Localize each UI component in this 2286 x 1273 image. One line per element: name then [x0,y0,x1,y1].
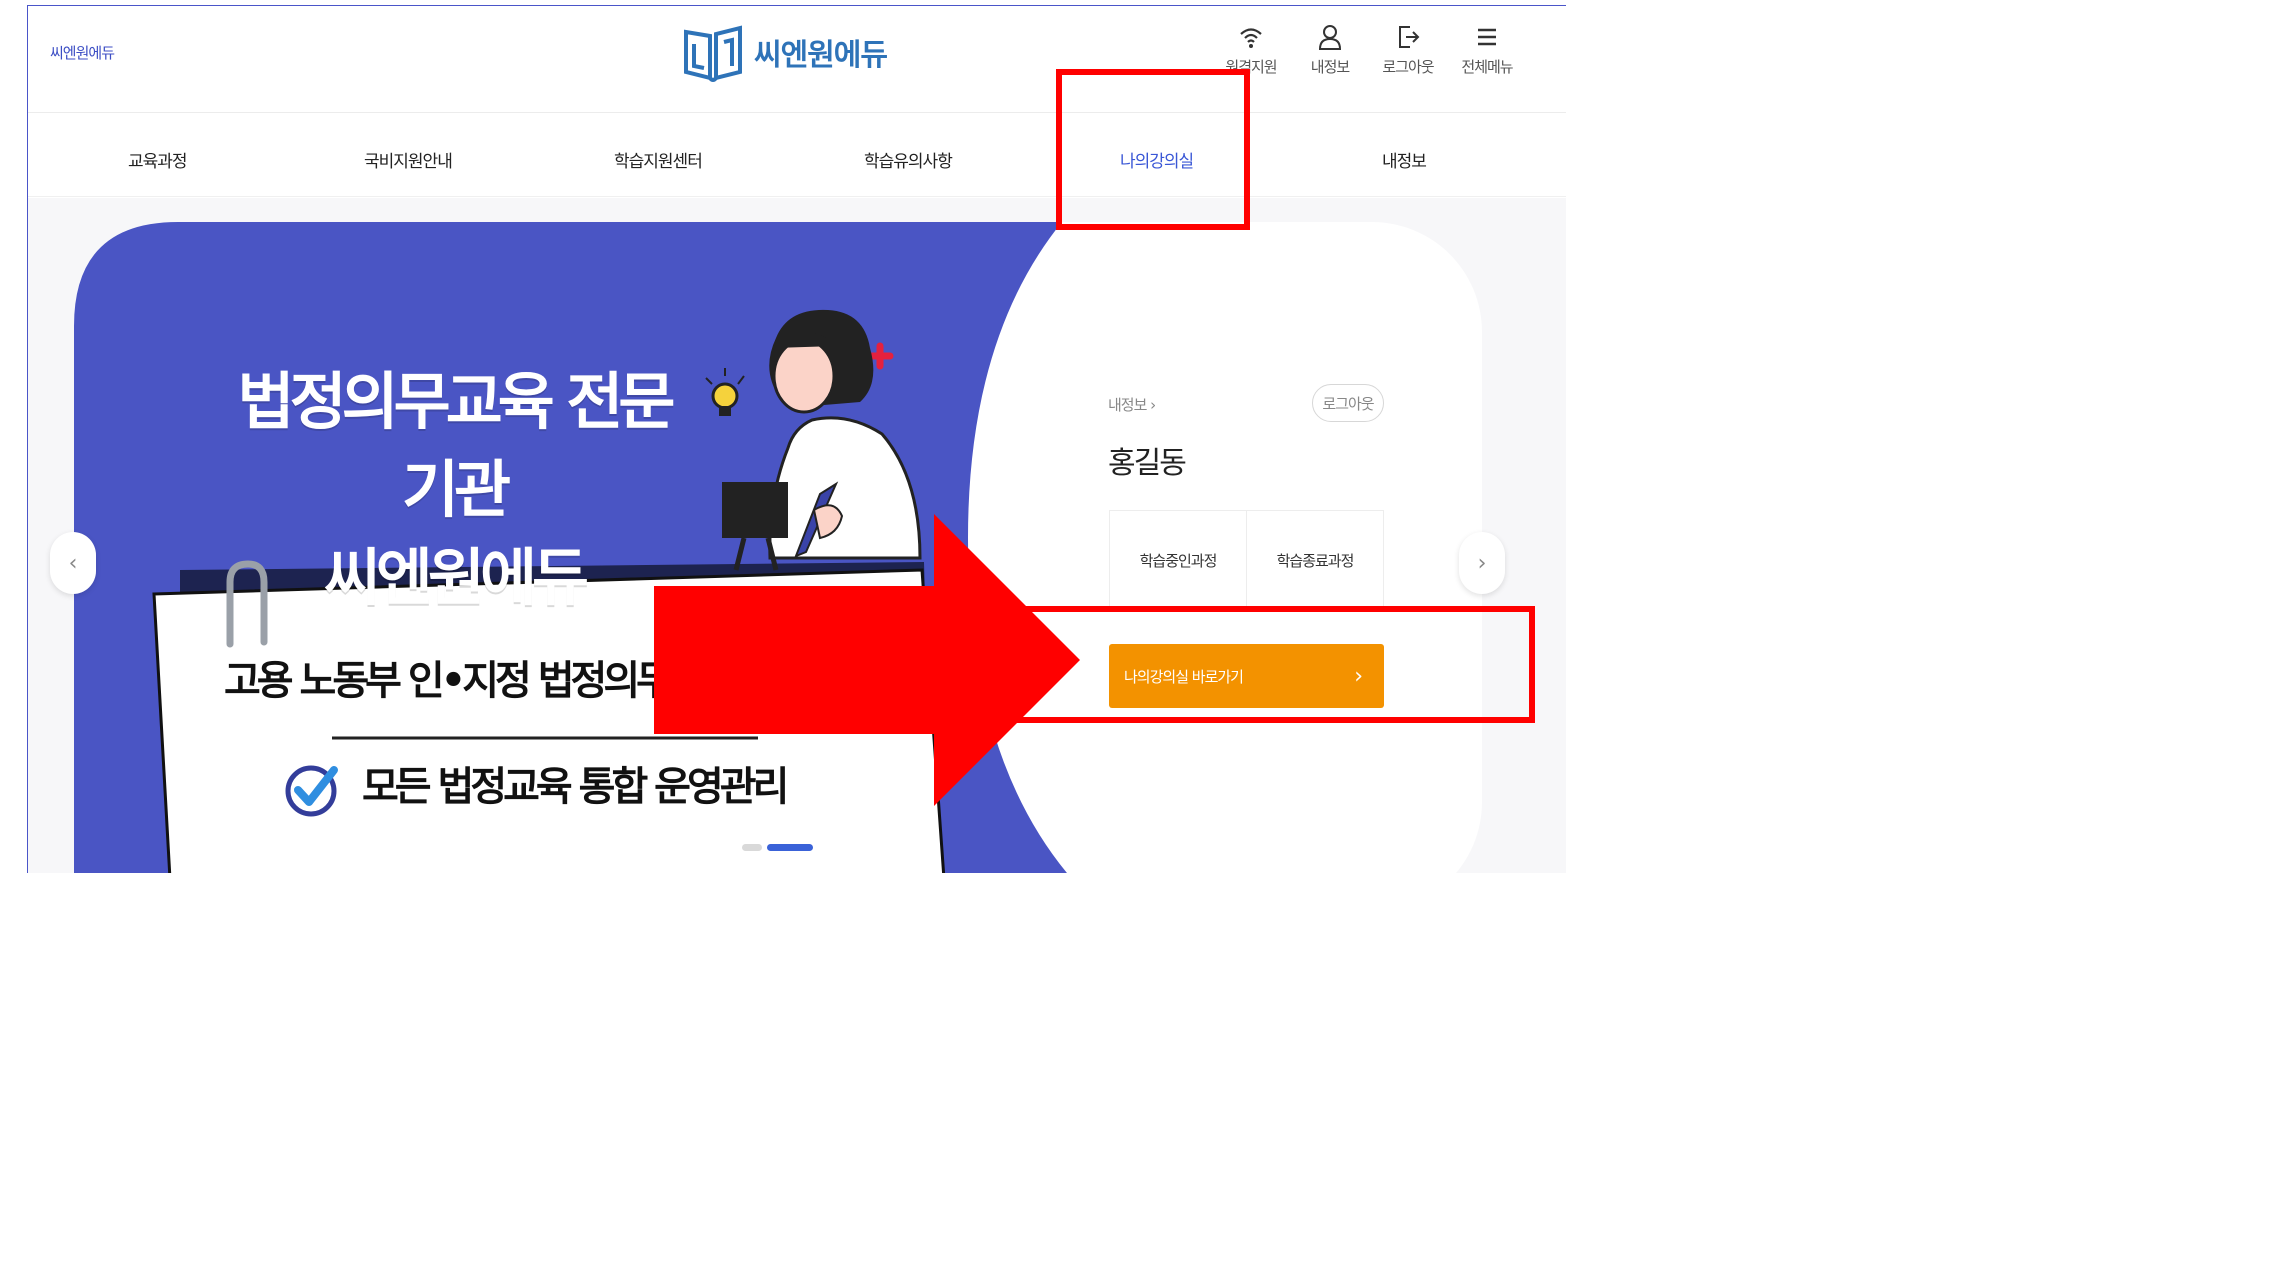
site-name[interactable]: 씨엔원에듀 [50,42,115,63]
chevron-right-icon: › [1354,663,1363,689]
nav-learning-notice[interactable]: 학습유의사항 [864,147,953,172]
slider-prev-button[interactable]: ‹ [50,532,96,594]
card-logout-button[interactable]: 로그아웃 [1312,384,1384,422]
in-progress-courses[interactable]: 학습중인과정 [1110,511,1246,609]
card-my-info-link[interactable]: 내정보 › [1108,394,1156,415]
hero-title: 법정의무교육 전문기관 씨엔원에듀 [214,358,694,622]
note-headline: 고용 노동부 인•지정 법정의무교육 [224,658,739,704]
hero-title-line1: 법정의무교육 전문기관 [237,365,676,526]
nav-learning-support[interactable]: 학습지원센터 [614,147,703,172]
user-icon [1318,25,1342,50]
my-info-button[interactable]: 내정보 [1290,24,1370,77]
slider-next-button[interactable]: › [1459,532,1505,594]
logo-text: 씨엔원에듀 [754,38,888,73]
full-menu-button[interactable]: 전체메뉴 [1447,24,1527,77]
pagination-dot[interactable] [742,844,762,851]
book-logo-icon [684,25,742,82]
user-name: 홍길동 [1108,446,1187,481]
logout-button[interactable]: 로그아웃 [1368,24,1448,77]
slider-pagination [742,844,813,851]
remote-support-label: 원격지원 [1225,58,1277,76]
nav-my-info[interactable]: 내정보 [1382,147,1427,172]
site-header: 씨엔원에듀 씨엔원에듀 원격지원 내정보 로그아웃 전체메뉴 [28,6,1566,113]
note-subline: 모든 법정교육 통합 운영관리 [362,764,789,810]
browser-frame: 씨엔원에듀 씨엔원에듀 원격지원 내정보 로그아웃 전체메뉴 교육과정 국비지원… [27,5,1566,873]
go-to-my-classroom-label: 나의강의실 바로가기 [1124,667,1244,686]
site-logo[interactable]: 씨엔원에듀 [682,22,888,82]
wifi-icon [1240,28,1262,48]
completed-courses[interactable]: 학습종료과정 [1246,511,1383,609]
go-to-my-classroom-button[interactable]: 나의강의실 바로가기 › [1109,644,1384,708]
main-visual: 법정의무교육 전문기관 씨엔원에듀 고용 노동부 인•지정 법정의무교육 모든 … [28,198,1566,873]
nav-national-support[interactable]: 국비지원안내 [364,147,453,172]
nav-my-classroom[interactable]: 나의강의실 [1120,147,1194,172]
main-navigation: 교육과정 국비지원안내 학습지원센터 학습유의사항 나의강의실 내정보 [28,113,1566,197]
nav-courses[interactable]: 교육과정 [128,147,188,172]
full-menu-label: 전체메뉴 [1461,58,1513,76]
logout-icon [1399,26,1420,48]
menu-icon [1478,28,1496,46]
my-info-label: 내정보 [1310,58,1350,76]
hero-title-line2: 씨엔원에듀 [323,541,589,614]
pagination-dot-active[interactable] [767,844,813,851]
course-status-panel: 학습중인과정 학습종료과정 [1109,510,1384,610]
logout-label: 로그아웃 [1382,58,1434,76]
remote-support-button[interactable]: 원격지원 [1211,24,1291,77]
